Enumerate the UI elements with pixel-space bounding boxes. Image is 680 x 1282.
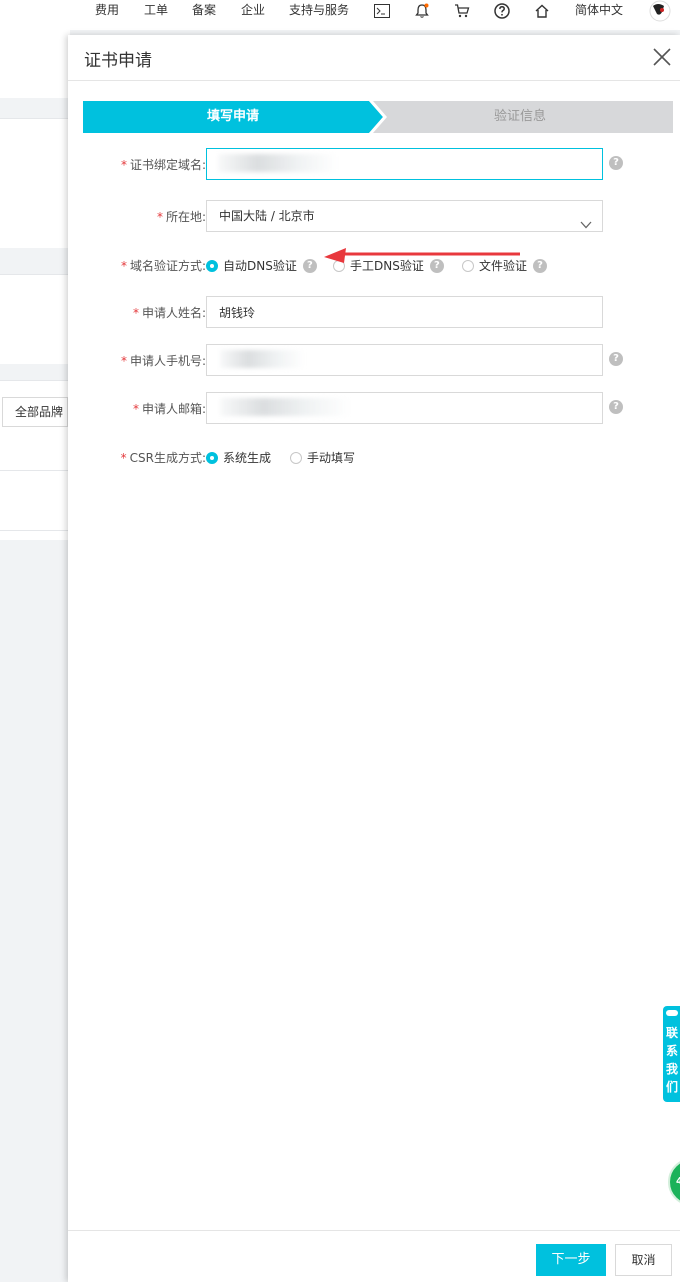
radio-button[interactable] xyxy=(333,259,345,272)
contact-line: 联 xyxy=(666,1026,679,1040)
redacted-value xyxy=(220,350,305,368)
bell-icon[interactable] xyxy=(413,2,431,20)
radio-button-checked[interactable] xyxy=(206,451,218,464)
form-row-verify-method: * 域名验证方式: 自动DNS验证 ? 手工DNS验证 ? 文件验证 ? xyxy=(68,249,680,281)
close-icon[interactable] xyxy=(652,47,672,67)
radio-manual-fill[interactable]: 手动填写 xyxy=(290,449,355,466)
language-switch[interactable]: 简体中文 xyxy=(575,1,623,18)
radio-label: 文件验证 xyxy=(479,259,528,273)
form-row-domain: * 证书绑定域名: ? xyxy=(68,148,680,180)
certificate-application-drawer: 证书申请 填写申请 验证信息 * 证书绑定域名: ? * 所在地: 中国大陆 / 北… xyxy=(68,35,680,1282)
redacted-value xyxy=(220,398,350,416)
drawer-title: 证书申请 xyxy=(84,51,152,71)
nav-item-tickets[interactable]: 工单 xyxy=(144,1,168,18)
form-row-applicant-email: * 申请人邮箱: ? xyxy=(68,392,680,424)
contact-line: 我 xyxy=(666,1062,679,1076)
form-row-applicant-name: * 申请人姓名: xyxy=(68,296,680,328)
drawer-header: 证书申请 xyxy=(68,35,680,81)
radio-label: 手动填写 xyxy=(307,451,356,465)
step-verify-info: 验证信息 xyxy=(367,101,673,133)
verify-method-label: * 域名验证方式: xyxy=(120,259,206,273)
contact-line: 系 xyxy=(666,1044,679,1058)
contact-us-widget[interactable]: 联 系 我 们 xyxy=(663,1006,680,1102)
nav-item-fees[interactable]: 费用 xyxy=(95,1,119,18)
help-icon[interactable] xyxy=(493,2,511,20)
form-row-csr-method: * CSR生成方式: 系统生成 手动填写 xyxy=(68,441,680,473)
domain-label: * 证书绑定域名: xyxy=(120,158,206,172)
form-row-location: * 所在地: 中国大陆 / 北京市 xyxy=(68,200,680,232)
bg-panel xyxy=(0,118,70,248)
step-fill-application: 填写申请 xyxy=(83,101,383,133)
next-step-button[interactable]: 下一步 xyxy=(536,1244,606,1276)
radio-label: 系统生成 xyxy=(223,451,272,465)
help-icon[interactable]: ? xyxy=(609,400,623,414)
applicant-email-label: * 申请人邮箱: xyxy=(132,402,206,416)
nav-item-filing[interactable]: 备案 xyxy=(192,1,216,18)
applicant-name-input[interactable] xyxy=(206,296,603,328)
radio-button[interactable] xyxy=(462,259,474,272)
chevron-down-icon xyxy=(580,211,592,229)
help-icon[interactable]: ? xyxy=(302,258,317,273)
avatar[interactable] xyxy=(648,0,672,22)
help-icon[interactable]: ? xyxy=(533,258,548,273)
divider xyxy=(0,118,70,119)
step-indicator: 填写申请 验证信息 xyxy=(83,101,673,133)
home-icon[interactable] xyxy=(533,2,551,20)
applicant-phone-label: * 申请人手机号: xyxy=(120,354,206,368)
radio-manual-dns[interactable]: 手工DNS验证 ? xyxy=(333,257,444,274)
help-icon[interactable]: ? xyxy=(429,258,444,273)
help-icon[interactable]: ? xyxy=(609,352,623,366)
form-row-applicant-phone: * 申请人手机号: ? xyxy=(68,344,680,376)
radio-system-generate[interactable]: 系统生成 xyxy=(206,449,271,466)
divider xyxy=(0,470,70,471)
radio-label: 手工DNS验证 xyxy=(350,259,424,273)
csr-method-label: * CSR生成方式: xyxy=(120,451,206,465)
radio-button[interactable] xyxy=(290,451,302,464)
bg-panel xyxy=(0,30,70,98)
contact-line: 们 xyxy=(666,1080,679,1094)
drawer-footer: 下一步 取消 xyxy=(68,1230,680,1282)
background-page: 全部品牌 xyxy=(0,30,70,1282)
chat-badge: 4 xyxy=(676,1176,680,1187)
terminal-icon[interactable] xyxy=(373,2,391,20)
radio-label: 自动DNS验证 xyxy=(223,259,297,273)
nav-item-enterprise[interactable]: 企业 xyxy=(241,1,265,18)
widget-cap xyxy=(666,1010,678,1016)
divider xyxy=(0,274,70,275)
cart-icon[interactable] xyxy=(453,2,471,20)
help-icon[interactable]: ? xyxy=(609,156,623,170)
divider xyxy=(0,380,70,381)
radio-file-verify[interactable]: 文件验证 ? xyxy=(462,257,548,274)
cancel-button[interactable]: 取消 xyxy=(615,1244,672,1276)
location-label: * 所在地: xyxy=(156,210,206,224)
location-select[interactable]: 中国大陆 / 北京市 xyxy=(206,200,603,232)
top-navbar: 费用 工单 备案 企业 支持与服务 简体中文 xyxy=(0,0,680,30)
divider xyxy=(0,530,70,531)
redacted-value xyxy=(218,154,338,172)
radio-auto-dns[interactable]: 自动DNS验证 ? xyxy=(206,257,317,274)
location-value: 中国大陆 / 北京市 xyxy=(219,209,315,223)
applicant-name-label: * 申请人姓名: xyxy=(132,306,206,320)
nav-item-support[interactable]: 支持与服务 xyxy=(289,1,349,18)
brand-filter-button[interactable]: 全部品牌 xyxy=(2,397,68,427)
bg-panel xyxy=(0,274,70,364)
radio-button-checked[interactable] xyxy=(206,259,218,272)
